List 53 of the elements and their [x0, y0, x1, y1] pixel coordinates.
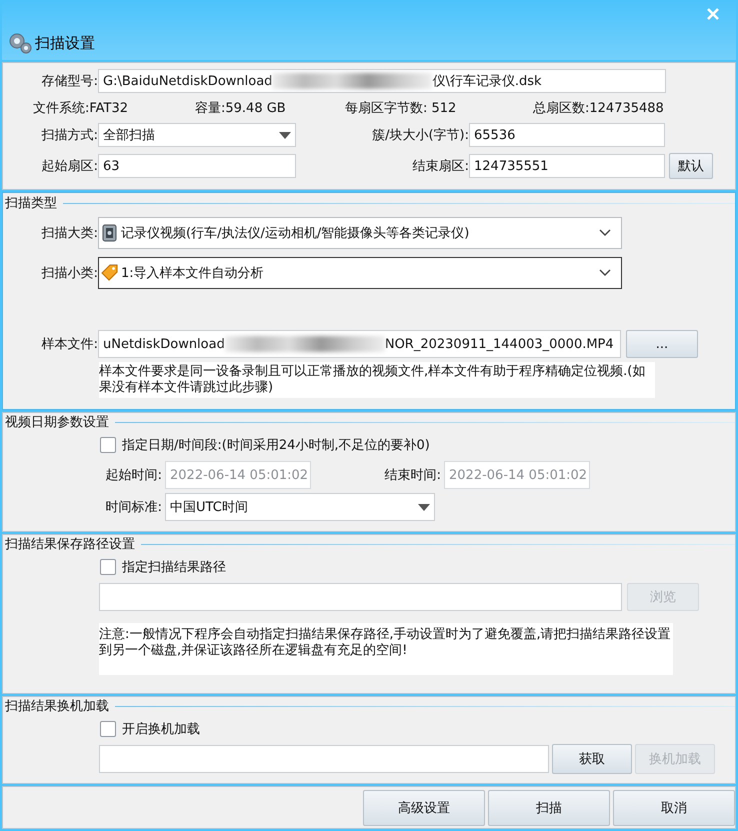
- field-label: 簇/块大小(字节):: [371, 127, 469, 144]
- scan-subcategory-dropdown[interactable]: 1:导入样本文件自动分析: [98, 257, 622, 289]
- checkbox-label: 指定日期/时间段:(时间采用24小时制,不足位的要补0): [122, 437, 430, 454]
- note-text: 样本文件要求是同一设备录制且可以正常播放的视频文件,样本文件有助于程序精确定位视频.(如果没有样本文件请跳过此步骤): [99, 362, 655, 398]
- chevron-down-icon: [599, 229, 611, 237]
- gears-icon: [7, 31, 33, 55]
- chevron-down-icon: [599, 269, 611, 277]
- note-text: 注意:一般情况下程序会自动指定扫描结果保存路径,手动设置时为了避免覆盖,请把扫描结果路径设置到另一个磁盘,并保证该路径所在逻辑盘有充足的空间!: [99, 623, 673, 675]
- section-title: 扫描类型: [5, 195, 58, 212]
- cluster-size-field[interactable]: 65536: [469, 123, 665, 147]
- info-text: 总扇区数:124735488: [533, 100, 664, 117]
- start-sector-field[interactable]: 63: [98, 154, 296, 178]
- section-title: 视频日期参数设置: [5, 414, 110, 431]
- section-title: 扫描结果换机加载: [5, 698, 110, 715]
- close-icon[interactable]: [706, 7, 720, 21]
- info-text: 每扇区字节数: 512: [345, 100, 458, 117]
- checkbox[interactable]: [100, 559, 116, 575]
- storage-path-field[interactable]: G:\BaiduNetdiskDownload 仪\行车记录仪.dsk: [98, 69, 666, 93]
- footer-button[interactable]: 扫描: [488, 790, 610, 826]
- field-label: 结束扇区:: [412, 158, 469, 175]
- scan-mode-dropdown[interactable]: 全部扫描: [98, 123, 296, 147]
- dropdown-arrow-icon: [279, 132, 291, 138]
- field-label: 结束时间:: [384, 467, 442, 484]
- time-standard-dropdown[interactable]: 中国UTC时间: [165, 493, 435, 521]
- result-path-field[interactable]: [99, 583, 622, 611]
- sample-file-field[interactable]: uNetdiskDownload NOR_20230911_144003_0000.MP4: [98, 330, 621, 358]
- field-label: 扫描大类:: [40, 225, 98, 242]
- tag-icon: [101, 264, 119, 282]
- section-title: 扫描结果保存路径设置: [5, 536, 136, 553]
- info-text: 文件系统:FAT32: [33, 100, 130, 117]
- checkbox-label: 指定扫描结果路径: [122, 559, 226, 576]
- browse-button[interactable]: ...: [626, 330, 698, 358]
- field-label: 扫描小类:: [40, 265, 98, 282]
- recorder-icon: [101, 223, 119, 243]
- default-button[interactable]: 默认: [669, 153, 713, 179]
- scan-category-dropdown[interactable]: 记录仪视频(行车/执法仪/运动相机/智能摄像头等各类记录仪): [98, 217, 622, 249]
- field-label: 起始时间:: [104, 467, 163, 484]
- window-title: 扫描设置: [35, 34, 95, 52]
- field-label: 样本文件:: [40, 336, 98, 353]
- checkbox-label: 开启换机加载: [122, 721, 200, 738]
- footer-button[interactable]: 高级设置: [363, 790, 485, 826]
- info-text: 容量:59.48 GB: [195, 100, 287, 117]
- field-label: 扫描方式:: [40, 127, 98, 144]
- end-sector-field[interactable]: 124735551: [469, 154, 665, 178]
- checkbox[interactable]: [100, 721, 116, 737]
- field-label: 存储型号:: [40, 73, 98, 90]
- dropdown-arrow-icon: [418, 504, 430, 510]
- load-path-field[interactable]: [99, 745, 549, 773]
- get-button[interactable]: 获取: [552, 744, 632, 774]
- field-label: 起始扇区:: [40, 158, 98, 175]
- footer-button[interactable]: 取消: [613, 790, 735, 826]
- checkbox[interactable]: [100, 437, 116, 453]
- field-label: 时间标准:: [104, 499, 163, 516]
